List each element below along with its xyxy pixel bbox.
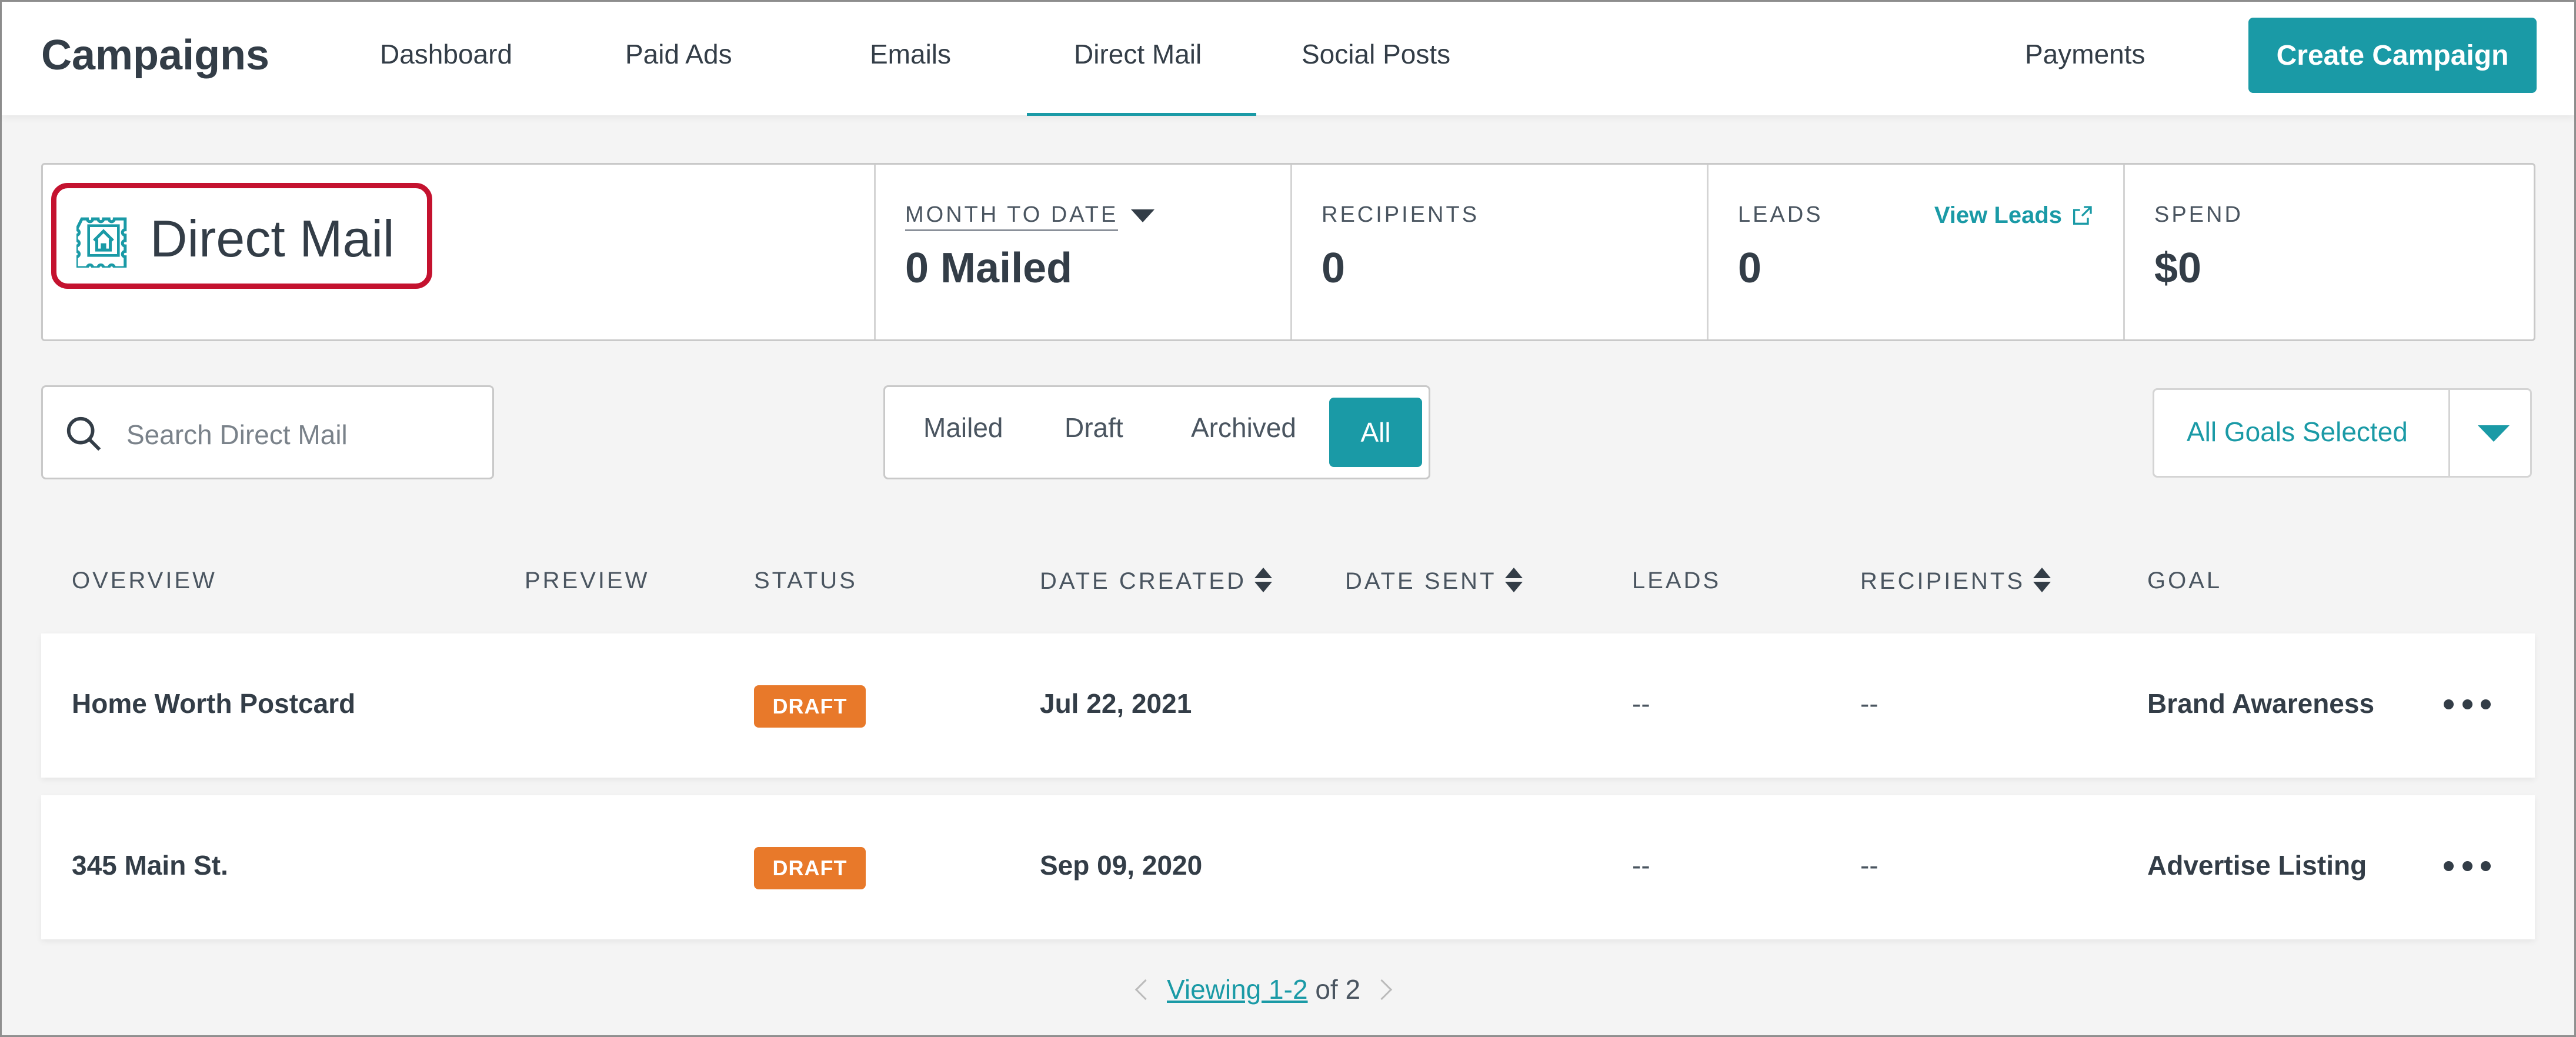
sort-icon (2033, 568, 2051, 595)
sort-icon (1254, 568, 1272, 595)
more-options-icon[interactable] (2444, 861, 2491, 873)
filter-archived[interactable]: Archived (1191, 412, 1296, 444)
row-goal: Advertise Listing (2147, 850, 2367, 881)
col-leads: LEADS (1632, 568, 1721, 593)
row-overview[interactable]: Home Worth Postcard (72, 688, 355, 719)
goals-select[interactable]: All Goals Selected (2153, 388, 2532, 478)
row-overview[interactable]: 345 Main St. (72, 849, 228, 881)
tab-dashboard[interactable]: Dashboard (380, 38, 512, 70)
col-recipients[interactable]: RECIPIENTS (1860, 568, 2051, 595)
col-date-created[interactable]: DATE CREATED (1040, 568, 1272, 595)
active-tab-indicator (1027, 113, 1256, 116)
recipients-label: RECIPIENTS (1322, 202, 1480, 227)
row-leads: -- (1632, 850, 1650, 881)
tab-social-posts[interactable]: Social Posts (1302, 38, 1450, 70)
chevron-left-icon[interactable] (1134, 979, 1156, 1000)
filter-draft[interactable]: Draft (1065, 412, 1123, 444)
stat-month-to-date: MONTH TO DATE 0 Mailed (874, 165, 1290, 339)
highlight-annotation (51, 183, 432, 289)
stat-spend: SPEND $0 (2123, 165, 2535, 339)
payments-link[interactable]: Payments (2025, 38, 2145, 70)
caret-down-icon (1131, 209, 1155, 222)
col-overview: OVERVIEW (72, 568, 217, 593)
tab-emails[interactable]: Emails (870, 38, 951, 70)
col-status: STATUS (754, 568, 857, 593)
stat-recipients: RECIPIENTS 0 (1290, 165, 1707, 339)
row-goal: Brand Awareness (2147, 688, 2375, 719)
goals-select-value: All Goals Selected (2187, 416, 2408, 447)
row-date-created: Sep 09, 2020 (1040, 850, 1203, 881)
row-recipients: -- (1860, 850, 1878, 881)
spend-value: $0 (2154, 245, 2202, 292)
spend-label: SPEND (2154, 202, 2243, 227)
viewing-range-link[interactable]: Viewing 1-2 (1167, 974, 1308, 1005)
leads-value: 0 (1738, 245, 1762, 292)
total-count: of 2 (1315, 974, 1361, 1005)
col-preview: PREVIEW (525, 568, 650, 593)
col-date-sent[interactable]: DATE SENT (1345, 568, 1523, 595)
tab-direct-mail[interactable]: Direct Mail (1074, 38, 1202, 70)
row-leads: -- (1632, 688, 1650, 719)
status-badge: DRAFT (754, 685, 866, 728)
goals-divider (2448, 390, 2450, 476)
view-leads-label: View Leads (1934, 202, 2062, 228)
top-nav: Campaigns Dashboard Paid Ads Emails Dire… (2, 2, 2574, 116)
row-date-created: Jul 22, 2021 (1040, 688, 1192, 719)
leads-label: LEADS (1738, 202, 1823, 227)
table-row[interactable]: Home Worth Postcard DRAFT Jul 22, 2021 -… (41, 633, 2535, 778)
month-to-date-dropdown[interactable]: MONTH TO DATE (905, 202, 1155, 231)
col-goal: GOAL (2147, 568, 2223, 593)
pagination: Viewing 1-2 of 2 (1134, 973, 1393, 1005)
filter-mailed[interactable]: Mailed (923, 412, 1003, 444)
row-recipients: -- (1860, 688, 1878, 719)
table-row[interactable]: 345 Main St. DRAFT Sep 09, 2020 -- -- Ad… (41, 795, 2535, 939)
search-box (41, 385, 494, 479)
status-badge: DRAFT (754, 847, 866, 889)
filter-all[interactable]: All (1329, 398, 1422, 467)
mailed-count: 0 Mailed (905, 245, 1073, 292)
stat-leads: LEADS View Leads 0 (1707, 165, 2123, 339)
month-to-date-label: MONTH TO DATE (905, 202, 1119, 231)
create-campaign-button[interactable]: Create Campaign (2248, 18, 2537, 93)
sort-icon (1504, 568, 1523, 595)
search-icon (66, 416, 101, 451)
chevron-right-icon[interactable] (1371, 979, 1393, 1000)
app-title: Campaigns (41, 32, 270, 79)
status-filter-group: Mailed Draft Archived All (883, 385, 1430, 479)
external-link-icon (2073, 205, 2092, 225)
search-input[interactable] (125, 411, 481, 459)
recipients-value: 0 (1322, 245, 1346, 292)
more-options-icon[interactable] (2444, 699, 2491, 711)
chevron-down-icon[interactable] (2478, 425, 2510, 442)
view-leads-link[interactable]: View Leads (1934, 202, 2094, 229)
tab-paid-ads[interactable]: Paid Ads (625, 38, 732, 70)
